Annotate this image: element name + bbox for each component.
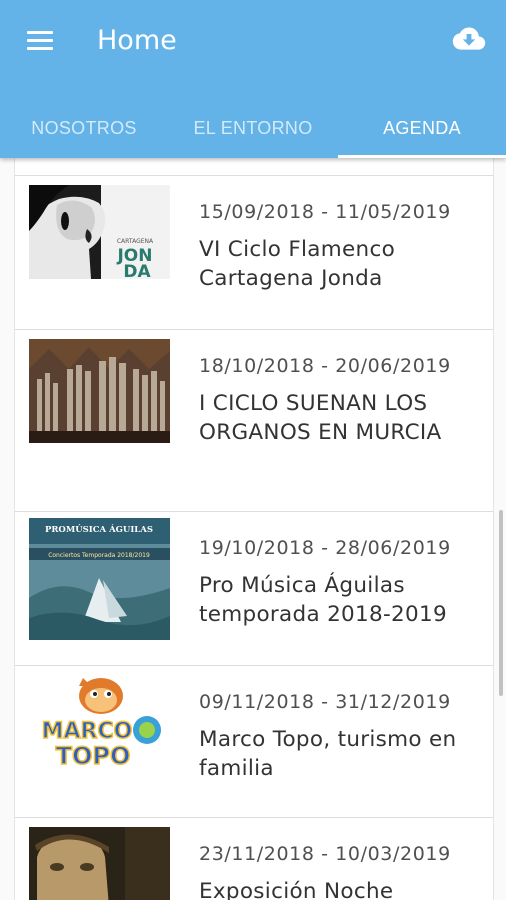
event-title[interactable]: VI Ciclo Flamenco Cartagena Jonda bbox=[199, 235, 485, 293]
event-title[interactable]: Marco Topo, turismo en familia bbox=[199, 725, 485, 783]
poster-caption: TOPO bbox=[56, 742, 131, 770]
tab-nosotros[interactable]: NOSOTROS bbox=[0, 98, 168, 158]
app-bar: Home NOSOTROS EL ENTORNO AGENDA bbox=[0, 0, 506, 158]
event-dates: 18/10/2018 - 20/06/2019 bbox=[199, 355, 451, 377]
event-row[interactable]: 23/11/2018 - 10/03/2019 Exposición Noche bbox=[15, 817, 493, 900]
scrollbar[interactable] bbox=[499, 510, 503, 696]
event-dates: 23/11/2018 - 10/03/2019 bbox=[199, 843, 451, 865]
event-title[interactable]: Pro Música Águilas temporada 2018-2019 bbox=[199, 571, 485, 629]
poster-caption: DA bbox=[123, 262, 151, 279]
event-dates: 09/11/2018 - 31/12/2019 bbox=[199, 691, 451, 713]
poster-caption: CARTAGENA bbox=[117, 238, 154, 245]
event-image[interactable]: PROMÚSICA ÁGUILAS Conciertos Temporada 2… bbox=[29, 518, 170, 640]
page-title: Home bbox=[97, 25, 177, 56]
tab-bar: NOSOTROS EL ENTORNO AGENDA bbox=[0, 98, 506, 158]
hamburger-menu-icon[interactable] bbox=[27, 31, 55, 51]
event-title[interactable]: I CICLO SUENAN LOS ORGANOS EN MURCIA bbox=[199, 389, 485, 447]
event-dates: 19/10/2018 - 28/06/2019 bbox=[199, 537, 451, 559]
event-row[interactable]: PROMÚSICA ÁGUILAS Conciertos Temporada 2… bbox=[15, 511, 493, 665]
event-list[interactable]: CARTAGENA JON DA 15/09/2018 - 11/05/2019… bbox=[14, 158, 494, 900]
poster-caption: Conciertos Temporada 2018/2019 bbox=[48, 552, 150, 559]
agenda-content[interactable]: CARTAGENA JON DA 15/09/2018 - 11/05/2019… bbox=[0, 158, 506, 900]
event-title[interactable]: Exposición Noche bbox=[199, 877, 485, 900]
event-row[interactable]: CARTAGENA JON DA 15/09/2018 - 11/05/2019… bbox=[15, 175, 493, 329]
poster-caption: MARCO bbox=[42, 719, 133, 744]
event-image[interactable] bbox=[29, 339, 170, 443]
event-image[interactable] bbox=[29, 827, 170, 900]
event-image[interactable]: CARTAGENA JON DA bbox=[29, 185, 170, 279]
event-row[interactable]: MARCO TOPO 09/11/2018 - 31/12/2019 Marco… bbox=[15, 665, 493, 817]
poster-caption: PROMÚSICA ÁGUILAS bbox=[45, 523, 153, 535]
tab-agenda[interactable]: AGENDA bbox=[338, 98, 506, 158]
event-image[interactable]: MARCO TOPO bbox=[29, 672, 170, 782]
event-dates: 15/09/2018 - 11/05/2019 bbox=[199, 201, 451, 223]
cloud-download-icon[interactable] bbox=[452, 26, 486, 52]
tab-el-entorno[interactable]: EL ENTORNO bbox=[168, 98, 338, 158]
event-row[interactable]: 18/10/2018 - 20/06/2019 I CICLO SUENAN L… bbox=[15, 329, 493, 511]
